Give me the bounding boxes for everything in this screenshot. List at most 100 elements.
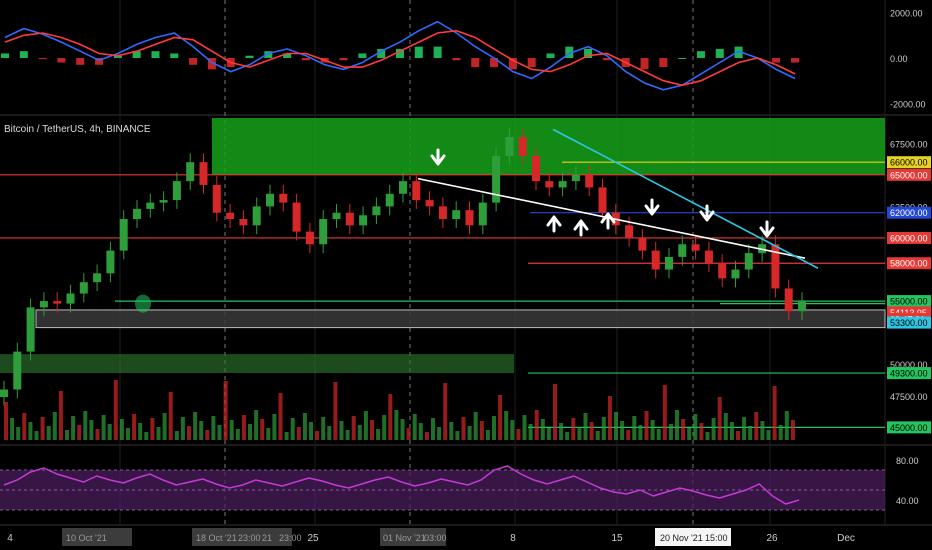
volume-bar [333, 382, 338, 440]
candle-body [385, 193, 394, 207]
volume-bar [479, 421, 484, 440]
volume-bar [83, 411, 88, 440]
volume-bar [46, 426, 51, 440]
candle-body [332, 212, 341, 220]
candle-body [651, 250, 660, 270]
macd-histogram-bar [76, 58, 85, 65]
crosshair-time-label: 01 Nov '21 [383, 533, 426, 543]
volume-bar [144, 432, 149, 440]
candle-body [718, 263, 727, 279]
volume-bar [351, 416, 356, 440]
volume-bar [412, 414, 417, 440]
volume-bar [681, 419, 686, 440]
volume-bar [754, 412, 759, 440]
volume-bar [693, 414, 698, 440]
volume-bar [620, 421, 625, 440]
candle-body [226, 212, 235, 220]
volume-bar [559, 423, 564, 440]
volume-bar [406, 428, 411, 440]
volume-bar [345, 430, 350, 440]
volume-bar [95, 429, 100, 440]
volume-bar [296, 427, 301, 440]
candle-body [279, 193, 288, 203]
volume-bar [443, 383, 448, 440]
candle-body [292, 202, 301, 232]
volume-bar [58, 391, 63, 440]
volume-bar [370, 420, 374, 440]
price-level-label: 60000.00 [890, 233, 928, 243]
volume-bar [534, 410, 539, 440]
macd-histogram-bar [414, 46, 423, 58]
volume-bar [260, 419, 265, 440]
trading-chart[interactable]: 2000.000.00-2000.0067500.0062500.0050000… [0, 0, 932, 550]
macd-histogram-bar [471, 58, 480, 68]
volume-bar [132, 414, 137, 440]
candle-body [172, 181, 181, 201]
volume-bar [150, 418, 155, 440]
volume-bar [638, 425, 643, 440]
macd-histogram-bar [57, 58, 66, 63]
volume-bar [662, 385, 667, 440]
volume-bar [644, 411, 649, 440]
volume-bar [528, 424, 533, 440]
macd-histogram-bar [358, 53, 367, 58]
macd-tick-label: -2000.00 [890, 99, 926, 109]
candle-body [79, 282, 88, 294]
volume-bar [626, 430, 631, 440]
volume-bar [473, 412, 478, 440]
volume-bar [656, 429, 661, 440]
volume-bar [522, 415, 527, 440]
volume-bar [119, 419, 124, 440]
candle-body [66, 293, 75, 304]
volume-bar [553, 384, 557, 440]
volume-bar [65, 430, 69, 440]
crosshair-time-label: 21 [262, 533, 272, 543]
candle-body [399, 181, 407, 194]
macd-histogram-bar [546, 53, 555, 58]
macd-histogram-bar [433, 46, 442, 58]
volume-bar [168, 392, 173, 440]
candle-body [505, 136, 514, 156]
candle-body [319, 219, 328, 245]
volume-bar [321, 417, 326, 440]
candle-body [678, 244, 687, 257]
candle-body [465, 210, 474, 226]
candle-body [625, 225, 634, 238]
candle-body [545, 181, 554, 188]
volume-bar [266, 428, 271, 440]
candle-body [39, 301, 48, 308]
volume-bar [510, 420, 515, 440]
candle-body [345, 212, 354, 226]
volume-bar [290, 418, 295, 440]
volume-bar [388, 394, 393, 440]
volume-bar [705, 432, 710, 440]
volume-bar [309, 422, 313, 440]
volume-bar [199, 421, 204, 440]
price-level-label: 45000.00 [890, 423, 928, 433]
volume-bar [180, 417, 185, 440]
volume-bar [723, 413, 728, 440]
volume-bar [607, 396, 612, 440]
volume-bar [394, 410, 399, 440]
volume-bar [418, 423, 423, 440]
macd-histogram-bar [696, 51, 705, 58]
candle-body [26, 307, 35, 352]
volume-bar [126, 428, 130, 440]
candle-body [478, 202, 487, 226]
time-tick-label: 4 [7, 533, 13, 544]
volume-bar [205, 430, 210, 440]
candle-body [359, 215, 368, 226]
candle-body [119, 219, 128, 251]
price-tick-label: 67500.00 [890, 139, 928, 149]
candle-body [199, 162, 208, 185]
candle-body [518, 136, 527, 156]
macd-histogram-bar [245, 55, 254, 58]
volume-bar [601, 417, 606, 440]
candle-body [0, 389, 8, 398]
volume-bar [467, 426, 472, 440]
volume-bar [156, 427, 161, 440]
candle-body [133, 208, 141, 220]
macd-tick-label: 2000.00 [890, 9, 923, 19]
candle-body [53, 301, 62, 304]
macd-histogram-bar [659, 58, 668, 68]
